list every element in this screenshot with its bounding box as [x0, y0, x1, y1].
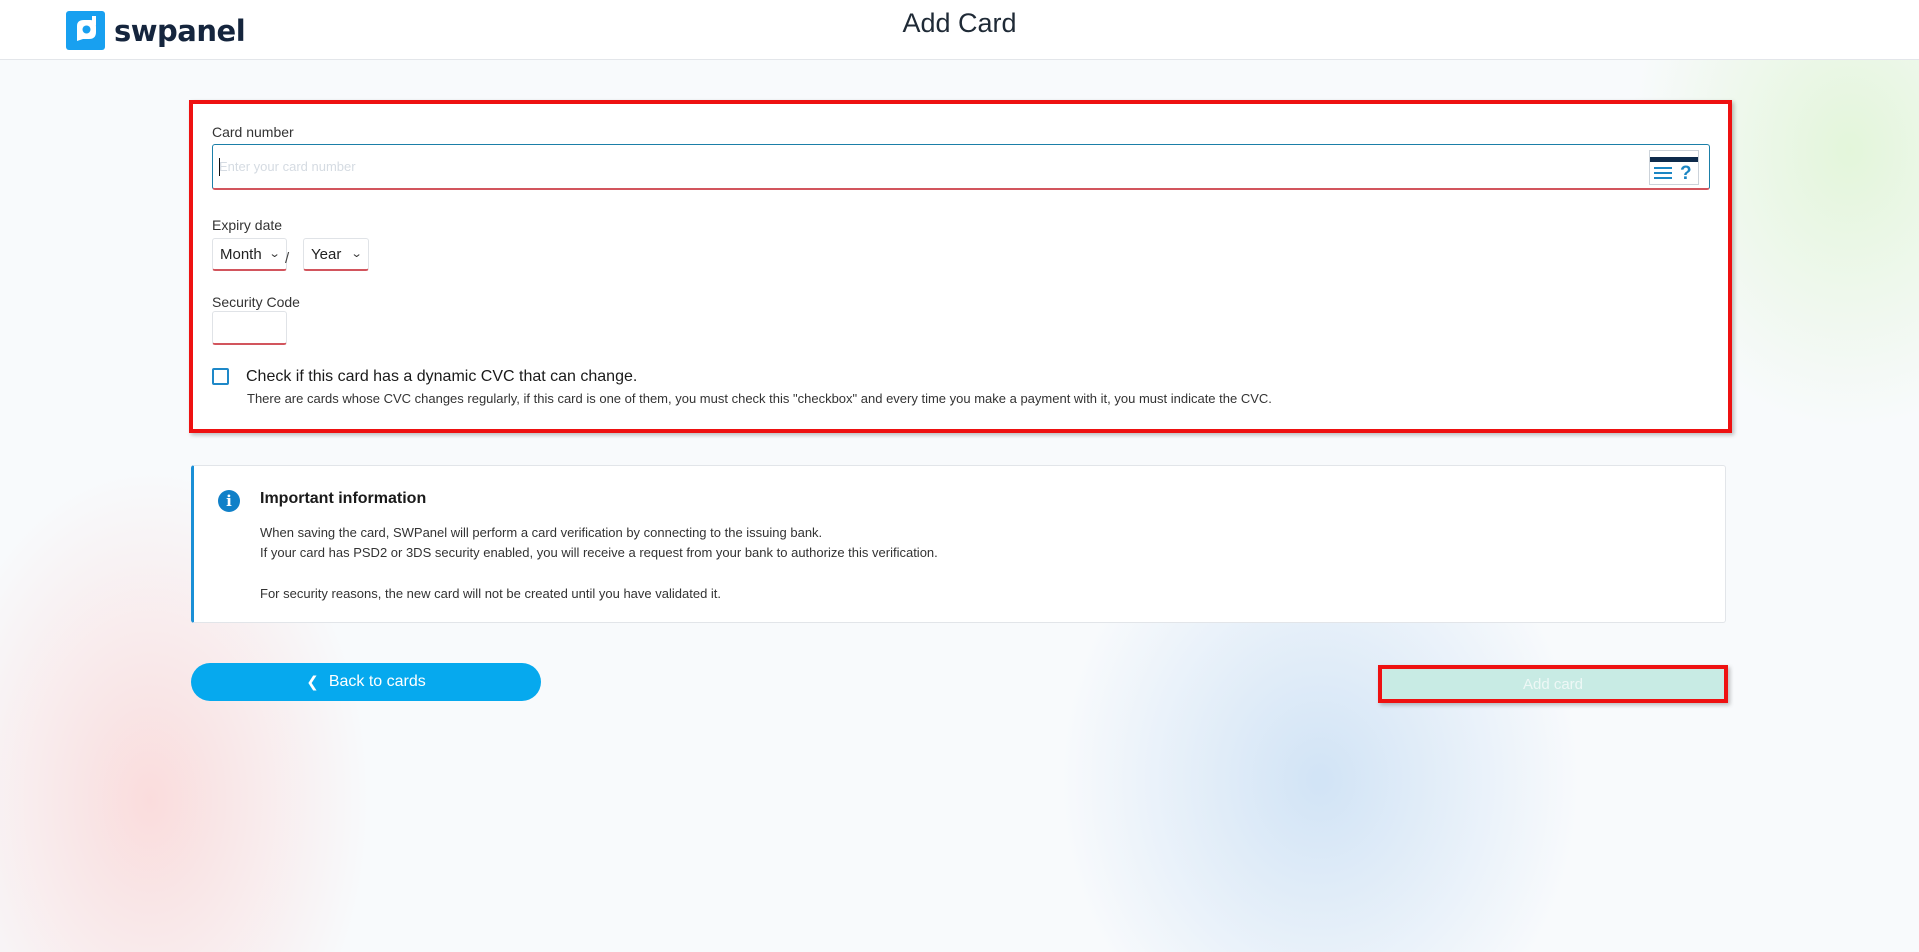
add-card-button[interactable]: Add card: [1378, 665, 1728, 703]
info-line: If your card has PSD2 or 3DS security en…: [260, 545, 938, 560]
card-number-input[interactable]: [213, 146, 1613, 187]
dynamic-cvc-checkbox[interactable]: [212, 368, 229, 385]
info-title: Important information: [260, 490, 427, 507]
expiry-separator: /: [285, 250, 290, 267]
page-title: Add Card: [902, 8, 1017, 38]
card-form: Card number ? Expiry date Month ⌄ / Year…: [189, 100, 1732, 433]
chevron-down-icon: ⌄: [268, 248, 281, 260]
add-card-label: Add card: [1522, 675, 1584, 693]
info-line: For security reasons, the new card will …: [260, 586, 722, 601]
back-to-cards-label: Back to cards: [328, 673, 426, 690]
text-cursor: [219, 158, 220, 176]
info-line: When saving the card, SWPanel will perfo…: [260, 525, 823, 540]
top-header: swpanel Add Card: [0, 0, 1919, 60]
card-lines: [1654, 167, 1672, 182]
important-info-panel: i Important information When saving the …: [191, 465, 1726, 623]
question-mark-icon: ?: [1680, 163, 1692, 184]
security-code-input[interactable]: [212, 311, 287, 345]
expiry-year-select[interactable]: Year ⌄: [303, 238, 369, 271]
expiry-year-value: Year: [311, 245, 342, 263]
expiry-month-value: Month: [220, 245, 262, 263]
expiry-date-label: Expiry date: [212, 217, 283, 233]
back-to-cards-button[interactable]: ❮ Back to cards: [191, 663, 541, 701]
card-stripe: [1650, 157, 1698, 162]
card-number-field[interactable]: ?: [212, 144, 1710, 190]
info-icon: i: [218, 490, 240, 512]
card-cvc-help-icon[interactable]: ?: [1649, 150, 1699, 185]
expiry-month-select[interactable]: Month ⌄: [212, 238, 287, 271]
card-number-label: Card number: [212, 124, 294, 140]
dynamic-cvc-label[interactable]: Check if this card has a dynamic CVC tha…: [246, 368, 637, 386]
chevron-down-icon: ⌄: [350, 248, 363, 260]
security-code-label: Security Code: [212, 294, 300, 310]
dynamic-cvc-description: There are cards whose CVC changes regula…: [247, 391, 1272, 406]
chevron-left-icon: ❮: [306, 674, 319, 691]
